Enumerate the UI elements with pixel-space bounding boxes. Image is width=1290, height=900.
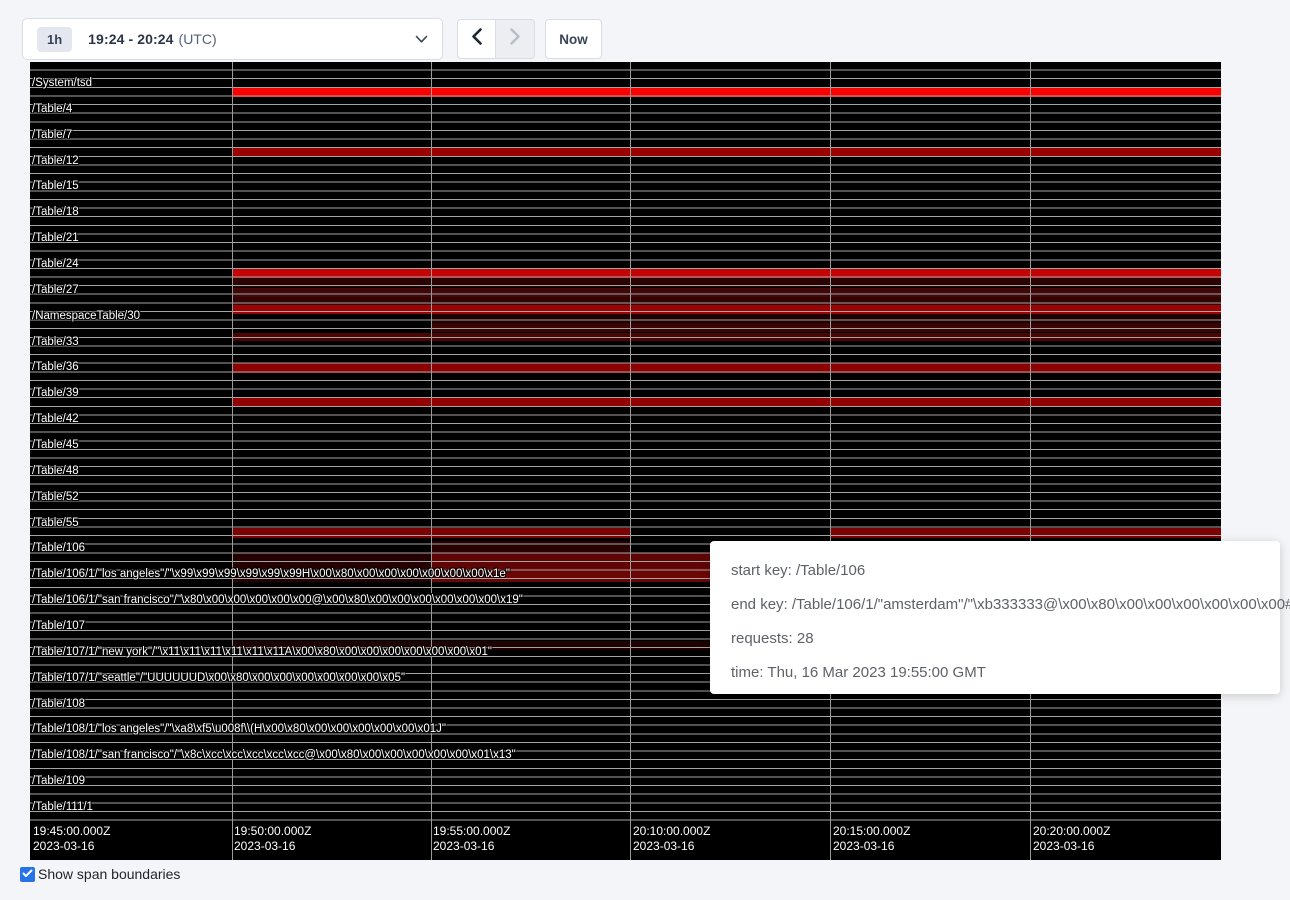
toolbar: 1h 19:24 - 20:24 (UTC) Now bbox=[0, 0, 1290, 62]
row-label: /Table/48 bbox=[32, 464, 79, 478]
row-label: /Table/109 bbox=[32, 774, 85, 788]
time-range-selector[interactable]: 1h 19:24 - 20:24 (UTC) bbox=[22, 18, 443, 60]
tick-date: 2023-03-16 bbox=[433, 839, 510, 854]
tick-time: 20:15:00.000Z bbox=[833, 824, 910, 839]
sample-tooltip: start key: /Table/106 end key: /Table/10… bbox=[710, 541, 1280, 694]
heatmap-band bbox=[232, 148, 1221, 157]
tick-date: 2023-03-16 bbox=[633, 839, 710, 854]
row-label: /Table/4 bbox=[32, 102, 72, 116]
tick-time: 19:55:00.000Z bbox=[433, 824, 510, 839]
heatmap-band bbox=[232, 269, 1221, 278]
heatmap-band bbox=[232, 88, 1221, 97]
row-label: /Table/108 bbox=[32, 697, 85, 711]
heatmap-band bbox=[830, 528, 1221, 538]
row-label: /Table/24 bbox=[32, 257, 79, 271]
row-label: /Table/39 bbox=[32, 386, 79, 400]
time-gridline bbox=[630, 62, 631, 860]
row-label: /Table/107/1/"seattle"/"UUUUUUD\x00\x80\… bbox=[32, 671, 405, 685]
heatmap-band bbox=[232, 397, 1221, 407]
span-boundaries-checkbox[interactable] bbox=[20, 867, 35, 882]
row-label: /NamespaceTable/30 bbox=[32, 309, 140, 323]
row-label: /Table/106/1/"san francisco"/"\x80\x00\x… bbox=[32, 593, 523, 607]
heatmap-band bbox=[431, 541, 631, 553]
row-label: /Table/108/1/"los angeles"/"\xa8\xf5\u00… bbox=[32, 722, 446, 736]
time-nav-group bbox=[457, 19, 535, 59]
time-axis-tick: 19:50:00.000Z2023-03-16 bbox=[234, 824, 311, 854]
row-label: /System/tsd bbox=[32, 76, 92, 90]
heatmap-band bbox=[232, 288, 1221, 297]
tick-time: 19:45:00.000Z bbox=[33, 824, 110, 839]
tick-date: 2023-03-16 bbox=[33, 839, 110, 854]
chevron-right-icon bbox=[509, 28, 522, 50]
row-label: /Table/12 bbox=[32, 154, 79, 168]
row-label: /Table/107 bbox=[32, 619, 85, 633]
tick-date: 2023-03-16 bbox=[234, 839, 311, 854]
row-label: /Table/45 bbox=[32, 438, 79, 452]
heatmap-band bbox=[431, 323, 1221, 332]
key-visualizer-canvas[interactable]: /System/tsd/Table/4/Table/7/Table/12/Tab… bbox=[30, 62, 1221, 860]
chevron-left-icon bbox=[470, 28, 483, 50]
tick-time: 20:10:00.000Z bbox=[633, 824, 710, 839]
next-time-button[interactable] bbox=[496, 19, 535, 59]
heatmap-band bbox=[232, 553, 432, 582]
row-label: /Table/42 bbox=[32, 412, 79, 426]
row-label: /Table/106 bbox=[32, 541, 85, 555]
row-label: /Table/36 bbox=[32, 360, 79, 374]
span-boundary-lines bbox=[30, 62, 1221, 824]
heatmap-band bbox=[232, 363, 1221, 373]
now-button[interactable]: Now bbox=[545, 19, 602, 59]
time-axis-tick: 20:15:00.000Z2023-03-16 bbox=[833, 824, 910, 854]
tooltip-start-key: start key: /Table/106 bbox=[731, 554, 1280, 588]
time-gridline bbox=[232, 62, 233, 860]
timezone-text: (UTC) bbox=[179, 31, 217, 47]
time-axis-tick: 19:45:00.000Z2023-03-16 bbox=[33, 824, 110, 854]
time-axis-tick: 20:10:00.000Z2023-03-16 bbox=[633, 824, 710, 854]
time-gridline bbox=[431, 62, 432, 860]
row-label: /Table/111/1 bbox=[32, 800, 93, 814]
heatmap-band bbox=[232, 278, 1221, 287]
row-label: /Table/7 bbox=[32, 128, 72, 142]
row-label: /Table/18 bbox=[32, 205, 79, 219]
time-axis-tick: 19:55:00.000Z2023-03-16 bbox=[433, 824, 510, 854]
row-label: /Table/55 bbox=[32, 516, 79, 530]
tick-time: 20:20:00.000Z bbox=[1033, 824, 1110, 839]
row-label: /Table/27 bbox=[32, 283, 79, 297]
chevron-down-icon bbox=[415, 35, 428, 44]
heatmap-band bbox=[431, 314, 1221, 323]
time-range-text: 19:24 - 20:24 bbox=[88, 31, 173, 47]
previous-time-button[interactable] bbox=[457, 19, 496, 59]
tooltip-end-key: end key: /Table/106/1/"amsterdam"/"\xb33… bbox=[731, 588, 1280, 622]
row-label: /Table/21 bbox=[32, 231, 79, 245]
tick-time: 19:50:00.000Z bbox=[234, 824, 311, 839]
tick-date: 2023-03-16 bbox=[1033, 839, 1110, 854]
row-label: /Table/52 bbox=[32, 490, 79, 504]
tick-date: 2023-03-16 bbox=[833, 839, 910, 854]
time-gridline bbox=[830, 62, 831, 860]
span-boundaries-label: Show span boundaries bbox=[38, 866, 180, 882]
heatmap-band bbox=[232, 528, 631, 538]
time-gridline bbox=[1030, 62, 1031, 860]
duration-badge: 1h bbox=[37, 27, 72, 52]
tooltip-time: time: Thu, 16 Mar 2023 19:55:00 GMT bbox=[731, 656, 1280, 690]
row-label: /Table/108/1/"san francisco"/"\x8c\xcc\x… bbox=[32, 748, 516, 762]
time-axis-tick: 20:20:00.000Z2023-03-16 bbox=[1033, 824, 1110, 854]
check-icon bbox=[22, 865, 33, 883]
tooltip-requests: requests: 28 bbox=[731, 622, 1280, 656]
heatmap-band bbox=[232, 333, 1221, 341]
heatmap-band bbox=[232, 305, 1221, 314]
row-label: /Table/15 bbox=[32, 179, 79, 193]
heatmap-band bbox=[232, 297, 1221, 305]
show-span-boundaries-control[interactable]: Show span boundaries bbox=[20, 866, 180, 882]
row-label: /Table/33 bbox=[32, 335, 79, 349]
